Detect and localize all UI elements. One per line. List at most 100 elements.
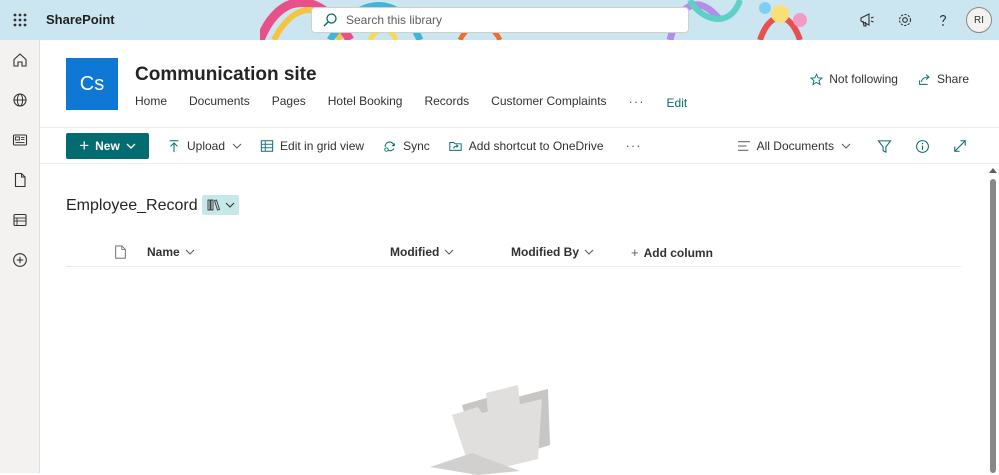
upload-button[interactable]: Upload [167,139,242,153]
view-label: All Documents [756,139,834,153]
view-selector[interactable]: All Documents [737,139,851,153]
shortcut-icon [448,139,463,153]
filter-button[interactable] [865,128,903,164]
suite-actions: RI [848,0,999,40]
expand-icon [954,140,966,152]
sync-icon [382,139,397,153]
nav-link-records[interactable]: Records [424,94,469,108]
app-launcher-button[interactable] [0,0,40,40]
name-column-header[interactable]: Name [147,245,195,259]
nav-link-documents[interactable]: Documents [189,94,250,108]
announcements-button[interactable] [848,0,886,40]
chevron-down-icon [232,141,242,151]
add-circle-icon [13,253,27,267]
site-navigation: Home Documents Pages Hotel Booking Recor… [135,92,688,111]
modified-column-label: Modified [390,245,440,259]
site-header: Cs Communication site Home Documents Pag… [40,40,999,128]
view-switcher-button[interactable] [202,195,239,215]
empty-folder-illustration [430,385,550,475]
info-icon [915,139,929,153]
avatar[interactable]: RI [966,7,992,33]
nav-link-customer-complaints[interactable]: Customer Complaints [491,94,606,108]
star-icon [810,72,824,86]
help-button[interactable] [924,0,962,40]
app-bar [0,40,40,473]
modified-by-column-label: Modified By [511,245,579,259]
more-commands-button[interactable]: ··· [626,138,642,153]
add-column-label: Add column [643,245,713,260]
filter-icon [876,139,892,153]
globe-icon [13,93,27,107]
new-label: New [95,138,120,153]
library-icon [207,199,220,211]
site-title[interactable]: Communication site [135,64,317,86]
follow-label: Not following [829,72,898,86]
view-options-icon [737,140,751,152]
nav-more-button[interactable]: ··· [629,94,645,109]
sync-button[interactable]: Sync [382,139,430,153]
add-shortcut-label: Add shortcut to OneDrive [468,138,604,153]
header-actions: Not following Share [790,72,969,86]
search-icon [323,13,337,27]
chevron-down-icon [126,141,136,151]
scroll-up-arrow-icon[interactable] [989,168,997,173]
share-label: Share [936,72,969,86]
file-type-column[interactable] [114,245,127,259]
list-header: Name Modified Modified By + Add column [66,239,961,267]
follow-button[interactable]: Not following [810,72,898,86]
add-shortcut-onedrive-button[interactable]: Add shortcut to OneDrive [448,139,604,153]
list-icon [13,213,27,227]
search-box[interactable] [311,7,689,33]
edit-grid-view-button[interactable]: Edit in grid view [260,139,364,153]
news-icon [12,134,28,146]
command-bar: + New Upload Edit in grid view Sync Add … [40,128,999,164]
nav-edit-link[interactable]: Edit [667,96,688,110]
name-column-label: Name [147,245,180,259]
chevron-down-icon [444,247,454,257]
upload-icon [167,139,181,153]
sites-button[interactable] [0,80,40,120]
news-button[interactable] [0,120,40,160]
nav-link-home[interactable]: Home [135,94,167,108]
files-button[interactable] [0,160,40,200]
chevron-down-icon [185,247,195,257]
modified-column-header[interactable]: Modified [390,245,454,259]
waffle-icon [13,13,27,27]
search-input[interactable] [346,13,666,27]
vertical-scrollbar[interactable] [987,165,999,473]
site-logo[interactable]: Cs [66,58,118,110]
app-name[interactable]: SharePoint [46,12,115,27]
lists-button[interactable] [0,200,40,240]
home-icon [13,53,27,67]
nav-link-pages[interactable]: Pages [272,94,306,108]
new-button[interactable]: + New [66,132,149,159]
sync-label: Sync [403,138,430,153]
nav-link-hotel-booking[interactable]: Hotel Booking [328,94,403,108]
document-icon [14,172,26,188]
chevron-down-icon [225,202,234,208]
scrollbar-thumb[interactable] [990,179,996,473]
share-icon [918,73,931,86]
megaphone-icon [860,13,874,27]
settings-button[interactable] [886,0,924,40]
fullscreen-button[interactable] [941,128,979,164]
plus-icon: + [79,136,90,155]
share-button[interactable]: Share [918,72,969,86]
chevron-down-icon [841,141,851,151]
help-icon [939,15,947,26]
grid-icon [260,139,274,153]
library-content: Employee_Record Name Modified Modified B… [40,165,987,475]
info-button[interactable] [903,128,941,164]
upload-label: Upload [187,138,226,153]
chevron-down-icon [584,247,594,257]
command-bar-right: All Documents [737,128,979,164]
home-button[interactable] [0,40,40,80]
gear-icon [898,13,912,27]
modified-by-column-header[interactable]: Modified By [511,245,594,259]
add-column-button[interactable]: + Add column [631,245,713,260]
library-title[interactable]: Employee_Record [66,197,198,215]
edit-grid-label: Edit in grid view [280,138,365,153]
plus-icon: + [631,245,639,260]
create-button[interactable] [0,240,40,280]
suite-bar: SharePoint RI [0,0,999,40]
